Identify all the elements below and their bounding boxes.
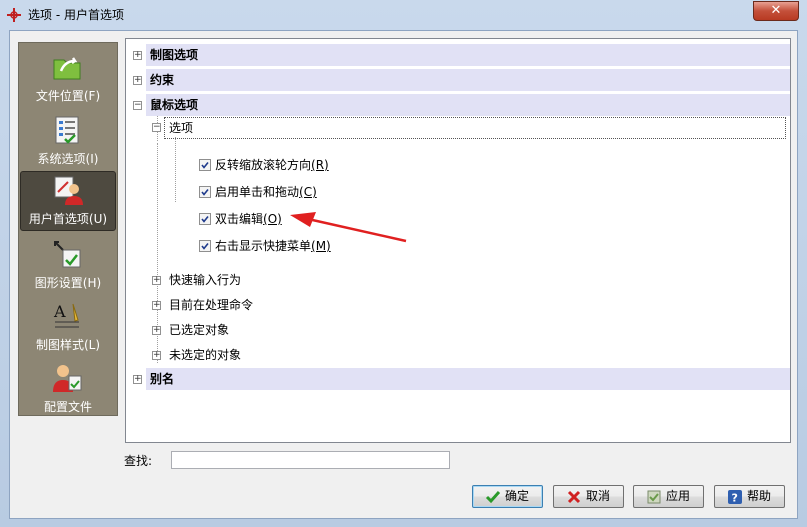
nav-item-label: 制图样式(L) bbox=[35, 338, 101, 352]
checkmark-icon bbox=[201, 162, 209, 169]
annotation-arrow-icon bbox=[290, 212, 407, 243]
checkbox-label: 启用单击和拖动(C) bbox=[215, 185, 317, 199]
expand-plus-icon[interactable]: + bbox=[133, 76, 142, 85]
tree-node-options-label: 选项 bbox=[169, 121, 194, 135]
checkbox-double-click-edit[interactable] bbox=[199, 213, 211, 225]
checkbox-invert-zoom[interactable] bbox=[199, 159, 211, 171]
category-label: 制图选项 bbox=[150, 48, 199, 62]
options-window: 选项 - 用户首选项 ✕ 文件位置(F) 系统选项(I) 用户首选项(U) 图形… bbox=[0, 0, 807, 527]
window-title: 选项 - 用户首选项 bbox=[28, 8, 124, 22]
apply-icon bbox=[647, 490, 661, 504]
drafting-style-icon: A bbox=[53, 302, 79, 328]
check-icon bbox=[485, 491, 501, 504]
tree-node-quick-input[interactable]: 快速输入行为 bbox=[169, 270, 241, 290]
cancel-button-label: 取消 bbox=[586, 489, 611, 503]
tree-node-selected-objects[interactable]: 已选定对象 bbox=[169, 320, 229, 340]
expand-plus-icon[interactable]: + bbox=[152, 326, 161, 335]
tree-node-options[interactable] bbox=[164, 117, 786, 139]
expand-plus-icon[interactable]: + bbox=[152, 276, 161, 285]
tree-category-constraints[interactable]: 约束 bbox=[146, 69, 790, 91]
nav-item-label: 文件位置(F) bbox=[35, 89, 101, 103]
expand-plus-icon[interactable]: + bbox=[152, 351, 161, 360]
checkmark-icon bbox=[201, 243, 209, 250]
close-icon: ✕ bbox=[770, 3, 782, 18]
checkmark-icon bbox=[201, 189, 209, 196]
tree-category-mouse-options[interactable]: 鼠标选项 bbox=[146, 94, 790, 116]
x-icon bbox=[567, 490, 581, 504]
expand-plus-icon[interactable]: + bbox=[133, 51, 142, 60]
apply-button[interactable]: 应用 bbox=[633, 485, 704, 508]
collapse-minus-icon[interactable]: − bbox=[152, 123, 161, 132]
svg-text:?: ? bbox=[732, 492, 738, 505]
nav-item-drafting-style[interactable]: A 制图样式(L) bbox=[20, 298, 116, 356]
nav-item-user-preferences[interactable]: 用户首选项(U) bbox=[20, 171, 116, 231]
expand-plus-icon[interactable]: + bbox=[152, 301, 161, 310]
help-button[interactable]: ? 帮助 bbox=[714, 485, 785, 508]
category-sidebar: 文件位置(F) 系统选项(I) 用户首选项(U) 图形设置(H) A 制图样式(… bbox=[18, 42, 118, 416]
nav-item-label: 用户首选项(U) bbox=[28, 212, 108, 226]
title-bar[interactable]: 选项 - 用户首选项 ✕ bbox=[0, 0, 807, 30]
nav-item-label: 图形设置(H) bbox=[34, 276, 102, 290]
close-button[interactable]: ✕ bbox=[753, 1, 799, 21]
nav-item-label: 系统选项(I) bbox=[37, 152, 99, 166]
checkbox-click-drag[interactable] bbox=[199, 186, 211, 198]
checkmark-icon bbox=[201, 216, 209, 223]
dialog-body: 文件位置(F) 系统选项(I) 用户首选项(U) 图形设置(H) A 制图样式(… bbox=[9, 30, 798, 519]
options-tree: 制图选项 + 约束 + 鼠标选项 − − 选项 反转缩放滚轮方向(R) 启用单击… bbox=[125, 38, 791, 443]
profile-user-icon bbox=[53, 365, 82, 392]
tree-category-drawing-options[interactable]: 制图选项 bbox=[146, 44, 790, 66]
checkbox-right-click-menu[interactable] bbox=[199, 240, 211, 252]
collapse-minus-icon[interactable]: − bbox=[133, 101, 142, 110]
checkbox-label: 双击编辑(O) bbox=[215, 212, 282, 226]
folder-arrow-icon bbox=[53, 57, 81, 80]
search-label: 查找: bbox=[124, 454, 153, 468]
nav-item-label: 配置文件 bbox=[43, 400, 92, 414]
category-label: 鼠标选项 bbox=[150, 98, 199, 112]
tree-connector bbox=[175, 137, 176, 202]
svg-text:A: A bbox=[53, 302, 66, 321]
help-button-label: 帮助 bbox=[747, 489, 772, 503]
category-label: 别名 bbox=[150, 372, 175, 386]
nav-item-profiles[interactable]: 配置文件 bbox=[20, 360, 116, 418]
nav-item-system-options[interactable]: 系统选项(I) bbox=[20, 112, 116, 170]
expand-plus-icon[interactable]: + bbox=[133, 375, 142, 384]
user-preferences-icon bbox=[54, 176, 83, 205]
nav-item-graphics-settings[interactable]: 图形设置(H) bbox=[20, 236, 116, 294]
nav-item-file-locations[interactable]: 文件位置(F) bbox=[20, 49, 116, 107]
tree-node-current-command[interactable]: 目前在处理命令 bbox=[169, 295, 253, 315]
checkbox-label: 反转缩放滚轮方向(R) bbox=[215, 158, 329, 172]
checklist-icon bbox=[55, 116, 79, 144]
app-icon bbox=[7, 8, 21, 22]
category-label: 约束 bbox=[150, 73, 175, 87]
cancel-button[interactable]: 取消 bbox=[553, 485, 624, 508]
ok-button-label: 确定 bbox=[505, 489, 530, 503]
tree-category-aliases[interactable]: 别名 bbox=[146, 368, 790, 390]
help-question-icon: ? bbox=[728, 490, 742, 505]
ok-button[interactable]: 确定 bbox=[472, 485, 543, 508]
search-input[interactable] bbox=[171, 451, 450, 469]
tree-node-unselected-objects[interactable]: 未选定的对象 bbox=[169, 345, 241, 365]
graphics-settings-icon bbox=[54, 241, 81, 268]
apply-button-label: 应用 bbox=[666, 489, 691, 503]
